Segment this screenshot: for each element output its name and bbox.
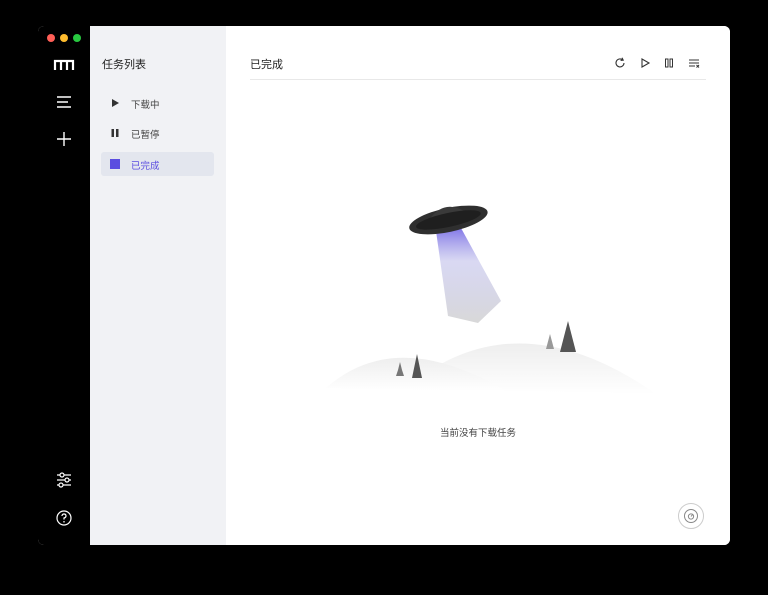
help-icon[interactable]	[52, 506, 76, 530]
filter-list-icon[interactable]	[687, 56, 701, 70]
page-title: 已完成	[250, 58, 283, 71]
sidebar-title: 任务列表	[102, 58, 146, 71]
close-window-button[interactable]	[47, 34, 55, 42]
play-icon	[110, 98, 120, 108]
pause-icon[interactable]	[662, 56, 676, 70]
nav-item-completed[interactable]: 已完成	[101, 152, 214, 176]
nav-item-downloading[interactable]: 下载中	[101, 91, 214, 115]
stop-square-icon	[110, 159, 120, 169]
main-panel: 已完成 当前没有下载任务	[226, 26, 730, 545]
nav-item-label: 已暂停	[131, 130, 160, 141]
maximize-window-button[interactable]	[73, 34, 81, 42]
app-logo-icon	[52, 53, 76, 77]
menu-icon[interactable]	[52, 90, 76, 114]
refresh-icon[interactable]	[613, 56, 627, 70]
nav-item-paused[interactable]: 已暂停	[101, 121, 214, 145]
empty-state-text: 当前没有下载任务	[439, 428, 516, 439]
speedometer-button[interactable]	[678, 503, 704, 529]
header-divider	[250, 79, 706, 80]
pause-icon	[110, 128, 120, 138]
speedometer-icon	[684, 509, 698, 523]
play-icon[interactable]	[638, 56, 652, 70]
task-sidebar: 任务列表 下载中 已暂停 已完成	[90, 26, 226, 545]
empty-state-illustration	[326, 205, 656, 394]
left-rail	[38, 26, 90, 545]
app-window: 任务列表 下载中 已暂停 已完成 已完成 当前没有下载任务	[38, 26, 730, 545]
settings-sliders-icon[interactable]	[52, 468, 76, 492]
minimize-window-button[interactable]	[60, 34, 68, 42]
add-icon[interactable]	[52, 127, 76, 151]
nav-item-label: 已完成	[131, 161, 160, 172]
nav-item-label: 下载中	[131, 100, 160, 111]
